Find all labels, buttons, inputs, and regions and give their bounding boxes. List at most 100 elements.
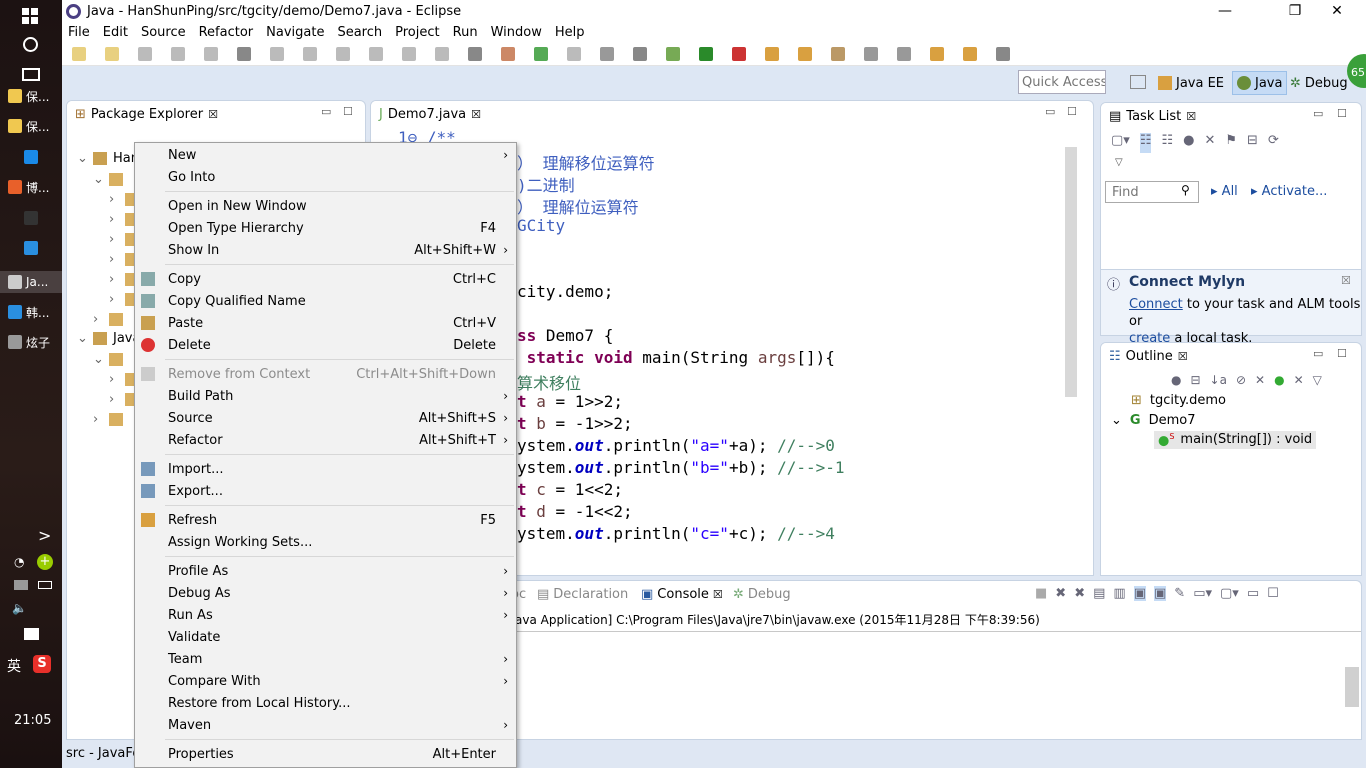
minimize-icon[interactable]: ▭: [1313, 107, 1323, 120]
expanded-chevron-icon[interactable]: ⌄: [77, 331, 88, 346]
addon-icon[interactable]: +: [37, 554, 53, 570]
filter-icon[interactable]: ●: [1183, 133, 1194, 153]
categorized-icon[interactable]: ☷: [1139, 133, 1152, 153]
quick-access-input[interactable]: [1018, 70, 1106, 94]
menu-item-delete[interactable]: Delete Delete: [135, 334, 516, 356]
focus-icon[interactable]: ⚑: [1225, 133, 1237, 153]
network-icon[interactable]: [14, 580, 28, 590]
maximize-icon[interactable]: ☐: [1337, 347, 1347, 360]
menu-item-copy-qualified-name[interactable]: Copy Qualified Name: [135, 290, 516, 312]
minimize-icon[interactable]: ▭: [321, 105, 331, 118]
open-perspective-button[interactable]: [1130, 75, 1146, 89]
menu-item-go-into[interactable]: Go Into: [135, 166, 516, 188]
close-icon[interactable]: ☒: [713, 588, 723, 601]
tree-node[interactable]: ⌄ Java: [77, 331, 140, 346]
scroll-lock-icon[interactable]: ▥: [1113, 586, 1125, 601]
collapsed-chevron-icon[interactable]: ›: [109, 392, 119, 407]
sogou-icon[interactable]: S: [33, 655, 51, 673]
collapsed-chevron-icon[interactable]: ›: [109, 272, 119, 287]
menu-window[interactable]: Window: [491, 25, 542, 40]
perspective-java[interactable]: Java: [1232, 71, 1288, 95]
taskbar-item[interactable]: [0, 237, 62, 259]
menu-item-refresh[interactable]: Refresh F5: [135, 509, 516, 531]
toolbar-button-icon[interactable]: [369, 47, 383, 61]
collapsed-chevron-icon[interactable]: ›: [109, 212, 119, 227]
maximize-icon[interactable]: ☐: [1337, 107, 1347, 120]
show-stderr-icon[interactable]: ▣: [1154, 586, 1167, 601]
collapsed-chevron-icon[interactable]: ›: [109, 292, 119, 307]
toolbar-button-icon[interactable]: [204, 47, 218, 61]
tab-task-list[interactable]: ▤ Task List ☒: [1101, 103, 1205, 129]
tree-node[interactable]: ›: [93, 312, 123, 327]
menu-item-properties[interactable]: Properties Alt+Enter: [135, 743, 516, 765]
menu-item-assign-working-sets[interactable]: Assign Working Sets...: [135, 531, 516, 553]
tab-console[interactable]: ▣ Console ☒: [635, 581, 729, 607]
toolbar-button-icon[interactable]: [831, 47, 845, 61]
perspective-debug[interactable]: ✲ Debug: [1290, 72, 1348, 94]
minimize-icon[interactable]: ▭: [1045, 105, 1055, 118]
menu-item-maven[interactable]: Maven ›: [135, 714, 516, 736]
remove-all-icon[interactable]: ✖: [1074, 586, 1085, 601]
outline-package[interactable]: ⊞ tgcity.demo: [1131, 393, 1226, 408]
expanded-chevron-icon[interactable]: ⌄: [77, 151, 88, 166]
all-link[interactable]: ▸ All: [1211, 184, 1238, 199]
show-hidden-icons-chevron[interactable]: >: [38, 526, 51, 545]
menu-navigate[interactable]: Navigate: [266, 25, 324, 40]
menu-item-run-as[interactable]: Run As ›: [135, 604, 516, 626]
tree-node[interactable]: ›: [93, 412, 123, 427]
taskbar-item[interactable]: [0, 146, 62, 168]
collapsed-chevron-icon[interactable]: ›: [109, 232, 119, 247]
collapsed-chevron-icon[interactable]: ›: [109, 252, 119, 267]
collapse-chevron-icon[interactable]: ⌄: [1111, 413, 1122, 428]
toolbar-button-icon[interactable]: [270, 47, 284, 61]
toolbar-button-icon[interactable]: [237, 47, 251, 61]
expanded-chevron-icon[interactable]: ⌄: [93, 172, 104, 187]
task-view-icon[interactable]: [22, 68, 40, 81]
perspective-java-ee[interactable]: Java EE: [1158, 72, 1224, 94]
expanded-chevron-icon[interactable]: ⌄: [93, 352, 104, 367]
taskbar-item[interactable]: 炫子: [0, 331, 62, 353]
menu-item-build-path[interactable]: Build Path ›: [135, 385, 516, 407]
toolbar-button-icon[interactable]: [171, 47, 185, 61]
volume-icon[interactable]: 🔈: [12, 601, 27, 615]
menu-search[interactable]: Search: [337, 25, 382, 40]
toolbar-button-icon[interactable]: [72, 47, 86, 61]
tree-node[interactable]: ⌄: [93, 352, 123, 367]
connect-link[interactable]: Connect: [1129, 297, 1183, 312]
hide-static-icon[interactable]: ✕: [1255, 373, 1265, 387]
sync-icon[interactable]: ⟳: [1268, 133, 1279, 153]
remove-launch-icon[interactable]: ✖: [1055, 586, 1066, 601]
menu-item-source[interactable]: Source Alt+Shift+S ›: [135, 407, 516, 429]
menu-item-remove-from-context[interactable]: Remove from Context Ctrl+Alt+Shift+Down: [135, 363, 516, 385]
open-console-icon[interactable]: ▢▾: [1220, 586, 1239, 601]
menu-item-new[interactable]: New ›: [135, 144, 516, 166]
menu-item-copy[interactable]: Copy Ctrl+C: [135, 268, 516, 290]
menu-source[interactable]: Source: [141, 25, 186, 40]
hide-fields-icon[interactable]: ●: [1171, 373, 1181, 387]
tab-declaration[interactable]: ▤ Declaration: [537, 587, 628, 602]
display-console-icon[interactable]: ▭▾: [1193, 586, 1212, 601]
menu-item-export[interactable]: Export...: [135, 480, 516, 502]
outline-class[interactable]: ⌄ G Demo7: [1111, 413, 1195, 428]
collapse-all-icon[interactable]: ⊟: [1247, 133, 1258, 153]
maximize-icon[interactable]: ☐: [343, 105, 353, 118]
terminate-icon[interactable]: ■: [1035, 586, 1047, 601]
taskbar-item[interactable]: Ja...: [0, 271, 62, 293]
toolbar-button-icon[interactable]: [468, 47, 482, 61]
menu-refactor[interactable]: Refactor: [199, 25, 254, 40]
close-icon[interactable]: ☒: [208, 108, 218, 121]
toolbar-button-icon[interactable]: [765, 47, 779, 61]
tab-demo7-java[interactable]: J Demo7.java ☒: [371, 101, 489, 127]
toolbar-button-icon[interactable]: [798, 47, 812, 61]
toolbar-button-icon[interactable]: [633, 47, 647, 61]
maximize-icon[interactable]: ☐: [1267, 586, 1279, 601]
toolbar-button-icon[interactable]: [435, 47, 449, 61]
menu-item-compare-with[interactable]: Compare With ›: [135, 670, 516, 692]
wifi-icon[interactable]: ◔: [14, 555, 24, 569]
minimize-icon[interactable]: ▭: [1247, 586, 1259, 601]
cortana-icon[interactable]: [23, 37, 38, 52]
toolbar-button-icon[interactable]: [699, 47, 713, 61]
toolbar-button-icon[interactable]: [732, 47, 746, 61]
taskbar-item[interactable]: 保...: [0, 115, 62, 137]
ime-indicator[interactable]: 英: [7, 656, 21, 676]
